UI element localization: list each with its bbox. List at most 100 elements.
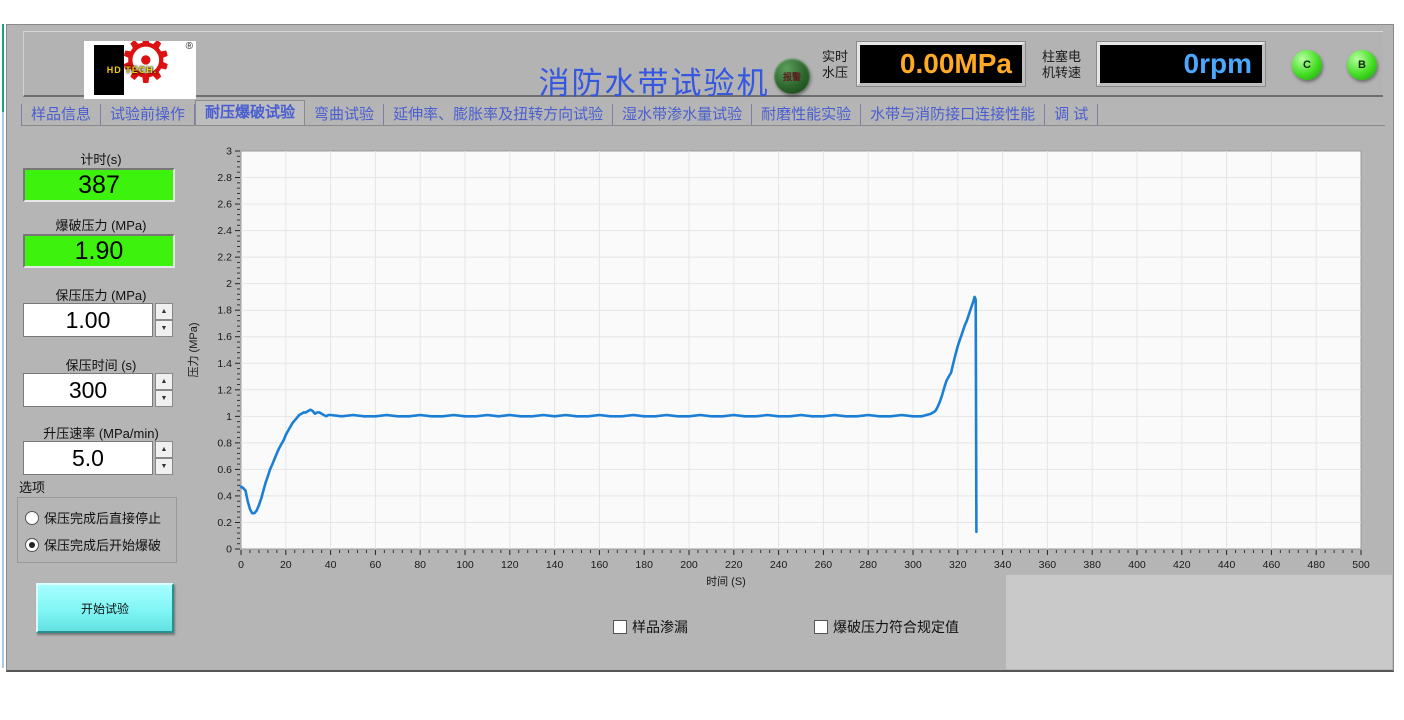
hold-pressure-up-icon[interactable]: ▲ <box>155 303 173 320</box>
motor-speed-label-line1: 柱塞电 <box>1042 49 1081 65</box>
water-pressure-label-line2: 水压 <box>822 65 848 81</box>
checkbox-icon[interactable] <box>613 620 627 634</box>
motor-speed-label: 柱塞电 机转速 <box>1042 49 1081 81</box>
svg-text:240: 240 <box>770 559 788 571</box>
radio-icon[interactable] <box>25 511 39 525</box>
svg-text:260: 260 <box>815 559 833 571</box>
company-logo: ⚙ HD TECH. ® <box>84 41 196 99</box>
svg-text:20: 20 <box>280 559 292 571</box>
svg-text:0: 0 <box>238 559 244 571</box>
svg-text:0.8: 0.8 <box>217 437 232 449</box>
app-window: ⚙ HD TECH. ® 消防水带试验机 报警 实时 水压 0.00MPa 柱塞… <box>6 24 1394 672</box>
window-left-edge-teal <box>2 24 4 112</box>
screen: ⚙ HD TECH. ® 消防水带试验机 报警 实时 水压 0.00MPa 柱塞… <box>0 0 1404 720</box>
checkbox-icon[interactable] <box>814 620 828 634</box>
checkbox-sample-leak-label: 样品渗漏 <box>632 617 688 637</box>
svg-text:2.2: 2.2 <box>217 252 232 264</box>
svg-text:1.6: 1.6 <box>217 331 232 343</box>
hold-time-input[interactable]: 300 <box>23 373 153 407</box>
svg-text:1.4: 1.4 <box>217 358 232 370</box>
motor-speed-label-line2: 机转速 <box>1042 65 1081 81</box>
window-left-edge-blue <box>2 112 4 668</box>
timer-display: 387 <box>23 168 175 202</box>
burst-pressure-display: 1.90 <box>23 234 175 268</box>
hold-time-label: 保压时间 (s) <box>23 355 179 374</box>
svg-text:300: 300 <box>904 559 922 571</box>
svg-text:1.8: 1.8 <box>217 305 232 317</box>
svg-text:220: 220 <box>725 559 743 571</box>
pressure-time-chart: 0204060801001201401601802002202402602803… <box>186 139 1392 601</box>
tab-6[interactable]: 湿水带渗水量试验 <box>613 104 752 125</box>
svg-text:120: 120 <box>501 559 519 571</box>
svg-text:360: 360 <box>1039 559 1057 571</box>
svg-text:280: 280 <box>859 559 877 571</box>
svg-text:2.4: 2.4 <box>217 225 232 237</box>
tab-5[interactable]: 延伸率、膨胀率及扭转方向试验 <box>384 104 613 125</box>
hold-time-up-icon[interactable]: ▲ <box>155 373 173 390</box>
svg-text:0.2: 0.2 <box>217 517 232 529</box>
svg-text:2.6: 2.6 <box>217 199 232 211</box>
svg-text:180: 180 <box>635 559 653 571</box>
tab-2[interactable]: 试验前操作 <box>101 104 195 125</box>
button-b[interactable]: B <box>1347 50 1377 80</box>
ramp-rate-input[interactable]: 5.0 <box>23 441 153 475</box>
hold-pressure-down-icon[interactable]: ▼ <box>155 320 173 337</box>
svg-text:400: 400 <box>1128 559 1146 571</box>
alarm-led[interactable]: 报警 <box>774 58 810 94</box>
svg-text:2.8: 2.8 <box>217 172 232 184</box>
svg-text:1.2: 1.2 <box>217 384 232 396</box>
ramp-rate-down-icon[interactable]: ▼ <box>155 458 173 475</box>
svg-text:0: 0 <box>226 544 232 556</box>
svg-text:100: 100 <box>456 559 474 571</box>
hold-time-down-icon[interactable]: ▼ <box>155 390 173 407</box>
motor-speed-display: 0rpm <box>1097 42 1265 86</box>
water-pressure-label: 实时 水压 <box>822 49 848 81</box>
header-band: ⚙ HD TECH. ® 消防水带试验机 报警 实时 水压 0.00MPa 柱塞… <box>23 31 1383 97</box>
svg-text:1: 1 <box>226 411 232 423</box>
tab-1[interactable]: 样品信息 <box>21 104 101 125</box>
button-c[interactable]: C <box>1292 50 1322 80</box>
tab-3[interactable]: 耐压爆破试验 <box>195 100 305 125</box>
timer-label: 计时(s) <box>23 149 179 168</box>
ramp-rate-label: 升压速率 (MPa/min) <box>23 423 179 442</box>
checkbox-burst-meets-spec[interactable]: 爆破压力符合规定值 <box>814 617 959 637</box>
checkbox-sample-leak[interactable]: 样品渗漏 <box>613 617 688 637</box>
svg-text:2: 2 <box>226 278 232 290</box>
hold-pressure-input[interactable]: 1.00 <box>23 303 153 337</box>
tab-9[interactable]: 调 试 <box>1045 104 1098 125</box>
burst-pressure-label: 爆破压力 (MPa) <box>23 215 179 234</box>
water-pressure-display: 0.00MPa <box>857 42 1025 86</box>
svg-text:160: 160 <box>591 559 609 571</box>
water-pressure-label-line1: 实时 <box>822 49 848 65</box>
tab-7[interactable]: 耐磨性能实验 <box>752 104 861 125</box>
svg-text:440: 440 <box>1218 559 1236 571</box>
hold-time-spinner: 300 ▲ ▼ <box>23 373 175 407</box>
ramp-rate-up-icon[interactable]: ▲ <box>155 441 173 458</box>
logo-text: HD TECH. <box>90 65 174 75</box>
svg-text:3: 3 <box>226 146 232 158</box>
hold-pressure-label: 保压压力 (MPa) <box>23 285 179 304</box>
radio-burst-after-hold[interactable]: 保压完成后开始爆破 <box>25 535 161 554</box>
svg-text:40: 40 <box>325 559 337 571</box>
svg-text:380: 380 <box>1083 559 1101 571</box>
tab-4[interactable]: 弯曲试验 <box>305 104 384 125</box>
svg-text:340: 340 <box>994 559 1012 571</box>
radio-icon[interactable] <box>25 538 39 552</box>
ramp-rate-spinner: 5.0 ▲ ▼ <box>23 441 175 475</box>
svg-text:500: 500 <box>1352 559 1370 571</box>
radio-stop-after-hold[interactable]: 保压完成后直接停止 <box>25 508 161 527</box>
svg-text:480: 480 <box>1307 559 1325 571</box>
start-test-button[interactable]: 开始试验 <box>36 583 174 633</box>
svg-text:460: 460 <box>1263 559 1281 571</box>
options-label: 选项 <box>19 477 45 496</box>
svg-text:压力 (MPa): 压力 (MPa) <box>187 323 200 378</box>
tab-bar: 样品信息试验前操作耐压爆破试验弯曲试验延伸率、膨胀率及扭转方向试验湿水带渗水量试… <box>21 101 1385 126</box>
radio-burst-label: 保压完成后开始爆破 <box>44 535 161 554</box>
svg-text:320: 320 <box>949 559 967 571</box>
svg-text:0.4: 0.4 <box>217 490 232 502</box>
hold-pressure-spinner: 1.00 ▲ ▼ <box>23 303 175 337</box>
tab-8[interactable]: 水带与消防接口连接性能 <box>861 104 1045 125</box>
svg-text:60: 60 <box>370 559 382 571</box>
checkbox-burst-meets-spec-label: 爆破压力符合规定值 <box>833 617 959 637</box>
svg-text:时间 (S): 时间 (S) <box>706 575 746 588</box>
